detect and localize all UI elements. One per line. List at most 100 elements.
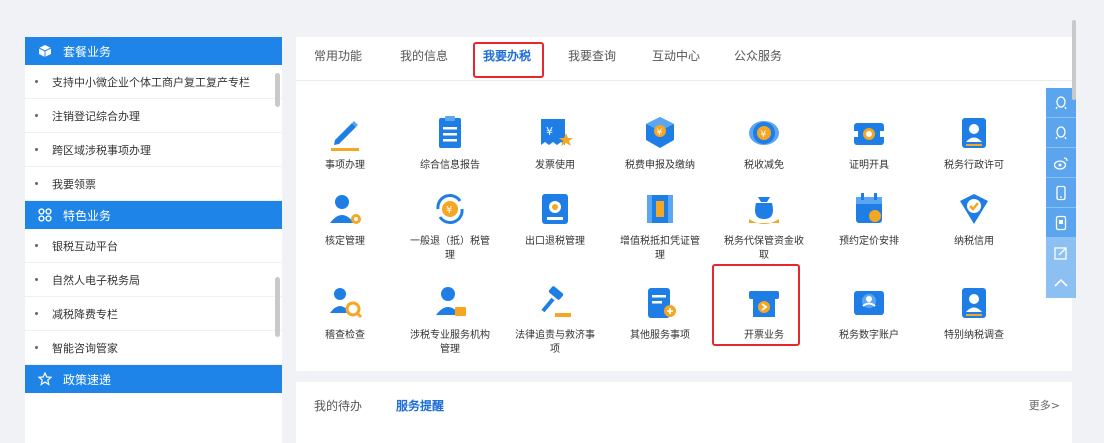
service-item[interactable]: ¥ 税费申报及缴纳	[612, 113, 708, 173]
sidebar-item-label: 注销登记综合办理	[52, 109, 140, 123]
sidebar-item[interactable]: 智能咨询管家	[25, 331, 282, 365]
svg-text:¥: ¥	[761, 130, 767, 140]
special-investigation-icon	[962, 288, 986, 318]
sidebar-item[interactable]: 自然人电子税务局	[25, 263, 282, 297]
service-item[interactable]: 纳税信用	[926, 189, 1022, 249]
sidebar-item-label: 自然人电子税务局	[52, 273, 140, 287]
refund-icon: ¥	[436, 194, 464, 224]
service-label: 发票使用	[535, 160, 575, 171]
sidebar-section-title: 套餐业务	[63, 44, 112, 59]
mobile-icon[interactable]	[1046, 178, 1076, 208]
bullet-icon	[35, 182, 38, 185]
bullet-icon	[35, 148, 38, 151]
tab-common[interactable]: 常用功能	[314, 47, 362, 64]
service-label: 法律追责与救济事项	[515, 330, 595, 355]
agency-icon	[436, 287, 466, 316]
sidebar-item-label: 支持中小微企业个体工商户复工复产专栏	[52, 75, 250, 89]
sidebar-item-label: 减税降费专栏	[52, 307, 118, 321]
bullet-icon	[35, 114, 38, 117]
service-item[interactable]: 税务行政许可	[926, 113, 1022, 173]
sidebar-item-label: 跨区域涉税事项办理	[52, 143, 151, 157]
sidebar-item[interactable]: 减税降费专栏	[25, 297, 282, 331]
calendar-icon	[856, 193, 882, 223]
service-label: 稽查检查	[325, 330, 365, 341]
other-service-icon	[648, 288, 676, 318]
service-label: 出口退税管理	[525, 236, 585, 247]
service-label: 其他服务事项	[630, 330, 690, 341]
service-item[interactable]: 涉税专业服务机构管理	[402, 283, 498, 357]
sidebar-scrollbar[interactable]	[275, 73, 280, 107]
qq-icon[interactable]	[1046, 118, 1076, 148]
person-card-icon	[962, 118, 986, 148]
digital-account-icon	[854, 291, 884, 315]
inspect-icon	[330, 288, 363, 319]
tab-reminder[interactable]: 服务提醒	[396, 397, 444, 414]
invoice-icon: ¥	[541, 119, 573, 146]
service-item[interactable]: ¥ 税收减免	[716, 113, 812, 173]
tab-todo[interactable]: 我的待办	[314, 397, 362, 414]
service-label: 税费申报及缴纳	[625, 160, 695, 171]
svg-text:¥: ¥	[657, 128, 663, 138]
service-label: 预约定价安排	[839, 236, 899, 247]
sidebar-item-label: 智能咨询管家	[52, 341, 118, 355]
document-icon	[439, 116, 461, 148]
more-link[interactable]: 更多>	[1029, 397, 1060, 413]
sidebar-item[interactable]: 注销登记综合办理	[25, 99, 282, 133]
money-bag-icon	[749, 197, 779, 224]
tab-bar: 常用功能 我的信息 我要办税 我要查询 互动中心 公众服务	[296, 37, 1072, 81]
voucher-icon	[647, 195, 673, 223]
sidebar-scrollbar[interactable]	[275, 277, 280, 337]
sidebar-section-title: 政策速递	[63, 372, 112, 387]
sidebar-item[interactable]: 支持中小微企业个体工商户复工复产专栏	[25, 65, 282, 99]
service-item[interactable]: 预约定价安排	[821, 189, 917, 249]
service-item[interactable]: 法律追责与救济事项	[507, 283, 603, 357]
tab-query[interactable]: 我要查询	[568, 47, 616, 64]
svg-text:¥: ¥	[446, 205, 452, 216]
service-item[interactable]: 增值税抵扣凭证管理	[612, 189, 708, 263]
service-label: 税务行政许可	[944, 160, 1004, 171]
service-label: 税务数字账户	[839, 330, 899, 341]
service-item[interactable]: 出口退税管理	[507, 189, 603, 249]
user-gear-icon	[330, 195, 361, 224]
bottom-panel: 我的待办 服务提醒 更多>	[296, 382, 1072, 443]
bullet-icon	[35, 278, 38, 281]
sidebar-section-featured[interactable]: 特色业务	[25, 201, 282, 229]
sidebar-item[interactable]: 跨区域涉税事项办理	[25, 133, 282, 167]
tab-my-info[interactable]: 我的信息	[400, 47, 448, 64]
service-item[interactable]: 税务代保管资金收取	[716, 189, 812, 263]
service-label: 税务代保管资金收取	[724, 236, 804, 261]
service-item[interactable]: 稽查检查	[297, 283, 393, 343]
page-scrollbar[interactable]	[1072, 20, 1076, 100]
weibo-icon[interactable]	[1046, 148, 1076, 178]
bullet-icon	[35, 80, 38, 83]
service-item[interactable]: ¥ 一般退（抵）税管理	[402, 189, 498, 263]
service-item[interactable]: 其他服务事项	[612, 283, 708, 343]
tablet-icon[interactable]	[1046, 208, 1076, 238]
tab-interact[interactable]: 互动中心	[652, 47, 700, 64]
service-label: 综合信息报告	[420, 160, 480, 171]
scroll-top-icon[interactable]	[1046, 268, 1076, 298]
service-label: 核定管理	[325, 236, 365, 247]
service-item[interactable]: 税务数字账户	[821, 283, 917, 343]
service-item[interactable]: 综合信息报告	[402, 113, 498, 173]
tab-public[interactable]: 公众服务	[734, 47, 782, 64]
export-refund-icon	[542, 194, 568, 224]
service-item[interactable]: 核定管理	[297, 189, 393, 249]
pencil-icon	[331, 121, 359, 151]
floating-toolbar	[1046, 88, 1076, 298]
coins-icon: ¥	[749, 121, 779, 145]
service-label: 一般退（抵）税管理	[410, 236, 490, 261]
service-item[interactable]: 事项办理	[297, 113, 393, 173]
service-item[interactable]: 特别纳税调查	[926, 283, 1022, 343]
sidebar-item[interactable]: 银税互动平台	[25, 229, 282, 263]
cube-icon	[37, 43, 53, 59]
edit-icon[interactable]	[1046, 238, 1076, 268]
service-label: 涉税专业服务机构管理	[410, 330, 490, 355]
bullet-icon	[35, 346, 38, 349]
star-icon	[37, 371, 53, 387]
service-item[interactable]: ¥ 发票使用	[507, 113, 603, 173]
sidebar-item[interactable]: 我要领票	[25, 167, 282, 201]
sidebar-section-package[interactable]: 套餐业务	[25, 37, 282, 65]
sidebar-section-policy[interactable]: 政策速递	[25, 365, 282, 393]
service-item[interactable]: 证明开具	[821, 113, 917, 173]
